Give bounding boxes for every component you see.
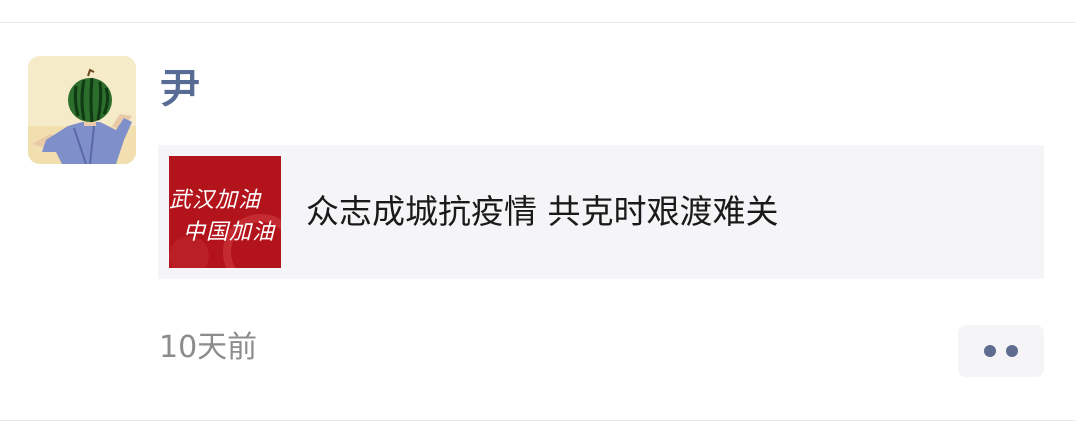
more-actions-button[interactable] <box>958 325 1044 377</box>
two-dots-icon <box>984 345 996 357</box>
link-title: 众志成城抗疫情 共克时艰渡难关 <box>306 192 779 231</box>
thumbnail-text-line: 中国加油 <box>183 220 276 245</box>
author-name[interactable]: 尹 <box>160 64 200 114</box>
watermelon-head-avatar-icon <box>28 56 136 164</box>
moments-post: 尹 武汉加油 中国加油 众志成城抗疫情 共克时艰渡难关 10天前 <box>0 0 1076 435</box>
two-dots-icon <box>1006 345 1018 357</box>
link-thumbnail: 武汉加油 中国加油 <box>169 156 281 268</box>
post-timestamp: 10天前 <box>159 330 258 365</box>
thumbnail-text-line: 武汉加油 <box>169 188 262 213</box>
bottom-divider <box>0 420 1076 421</box>
shared-link-card[interactable]: 武汉加油 中国加油 众志成城抗疫情 共克时艰渡难关 <box>158 145 1044 279</box>
top-divider <box>0 22 1076 23</box>
author-avatar[interactable] <box>28 56 136 164</box>
